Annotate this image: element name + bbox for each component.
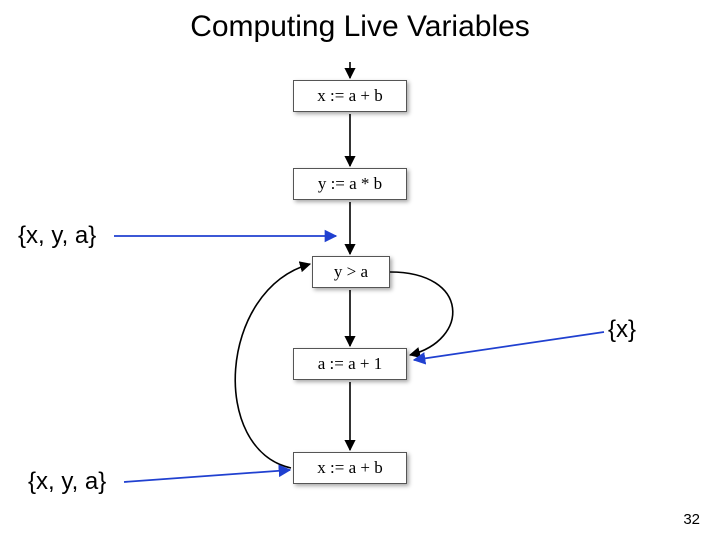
- node-assign-a: a := a + 1: [293, 348, 407, 380]
- slide-title: Computing Live Variables: [0, 10, 720, 44]
- page-number: 32: [683, 511, 700, 528]
- node-assign-x2: x := a + b: [293, 452, 407, 484]
- live-set-bottom: {x, y, a}: [28, 468, 106, 496]
- node-assign-x1: x := a + b: [293, 80, 407, 112]
- node-assign-y: y := a * b: [293, 168, 407, 200]
- live-set-top: {x, y, a}: [18, 222, 96, 250]
- node-cond-y-gt-a: y > a: [312, 256, 390, 288]
- live-set-mid: {x}: [608, 316, 636, 344]
